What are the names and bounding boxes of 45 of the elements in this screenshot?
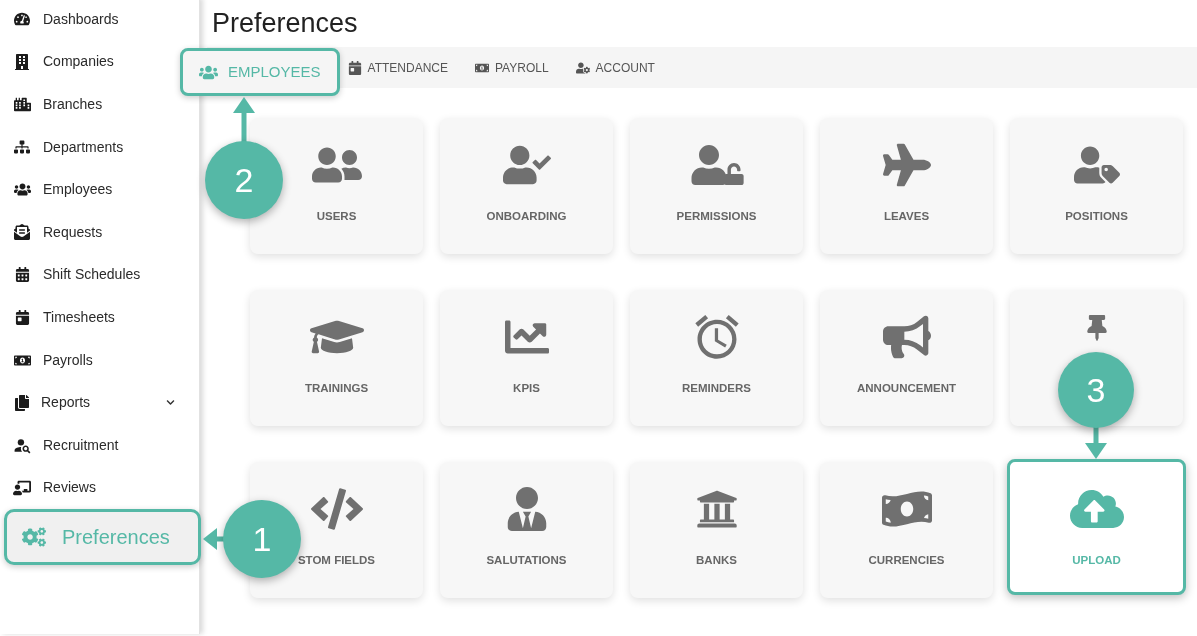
airplane-icon xyxy=(882,141,931,189)
preference-tile[interactable]: ONBOARDING xyxy=(440,118,613,254)
sidebar-item[interactable]: Employees xyxy=(0,168,179,211)
calendar-icon xyxy=(347,60,362,75)
sidebar-item[interactable]: Requests xyxy=(0,210,179,254)
preference-tile[interactable]: TRAININGS xyxy=(250,290,423,426)
tab[interactable]: ATTENDANCE xyxy=(343,52,452,83)
sidebar-item[interactable]: Reviews xyxy=(0,466,179,510)
tab[interactable]: ACCOUNT xyxy=(571,52,659,83)
preference-tile[interactable]: BANKS xyxy=(630,462,803,598)
sidebar-item[interactable]: Departments xyxy=(0,125,179,169)
preference-tile[interactable]: KPIS xyxy=(440,290,613,426)
preference-tile[interactable]: REMINDERS xyxy=(630,290,803,426)
preference-tile[interactable]: LEAVES xyxy=(820,118,993,254)
buildings-icon xyxy=(13,96,31,113)
page-title: Preferences xyxy=(212,10,358,37)
preference-tile[interactable]: POSITIONS xyxy=(1010,118,1183,254)
sidebar-item[interactable]: Reports xyxy=(0,381,179,424)
calendar-icon xyxy=(14,309,30,325)
tab[interactable]: PAYROLL xyxy=(471,52,553,83)
presenter-board-icon xyxy=(13,478,31,497)
bank-building-icon xyxy=(695,488,738,530)
documents-icon xyxy=(14,394,30,411)
sidebar-item[interactable]: Payrolls xyxy=(0,338,179,382)
gears-icon xyxy=(22,525,46,550)
sidebar-item[interactable]: Branches xyxy=(0,83,179,126)
user-gear-icon xyxy=(575,60,590,75)
preference-tile[interactable]: PERMISSIONS xyxy=(630,118,803,254)
sidebar-item[interactable]: Timesheets xyxy=(0,296,179,339)
megaphone-icon xyxy=(882,313,931,361)
callout-arrow xyxy=(1085,426,1107,459)
sidebar-item[interactable]: Shift Schedules xyxy=(0,253,179,297)
envelope-icon xyxy=(14,224,30,241)
preference-tile[interactable]: SALUTATIONS xyxy=(440,462,613,598)
gauge-icon xyxy=(14,11,30,28)
sidebar-item[interactable]: Companies xyxy=(0,40,179,84)
preference-tile[interactable]: ANNOUNCEMENT xyxy=(820,290,993,426)
hierarchy-icon xyxy=(14,139,30,156)
calendar-icon xyxy=(14,267,30,283)
sidebar-item[interactable]: Dashboards xyxy=(0,0,179,41)
callout-arrow xyxy=(233,97,255,143)
building-icon xyxy=(14,53,30,70)
preference-tile[interactable]: CURRENCIES xyxy=(820,462,993,598)
sidebar-item[interactable]: Recruitment xyxy=(0,423,179,467)
callout-badge: 2 xyxy=(205,141,283,219)
